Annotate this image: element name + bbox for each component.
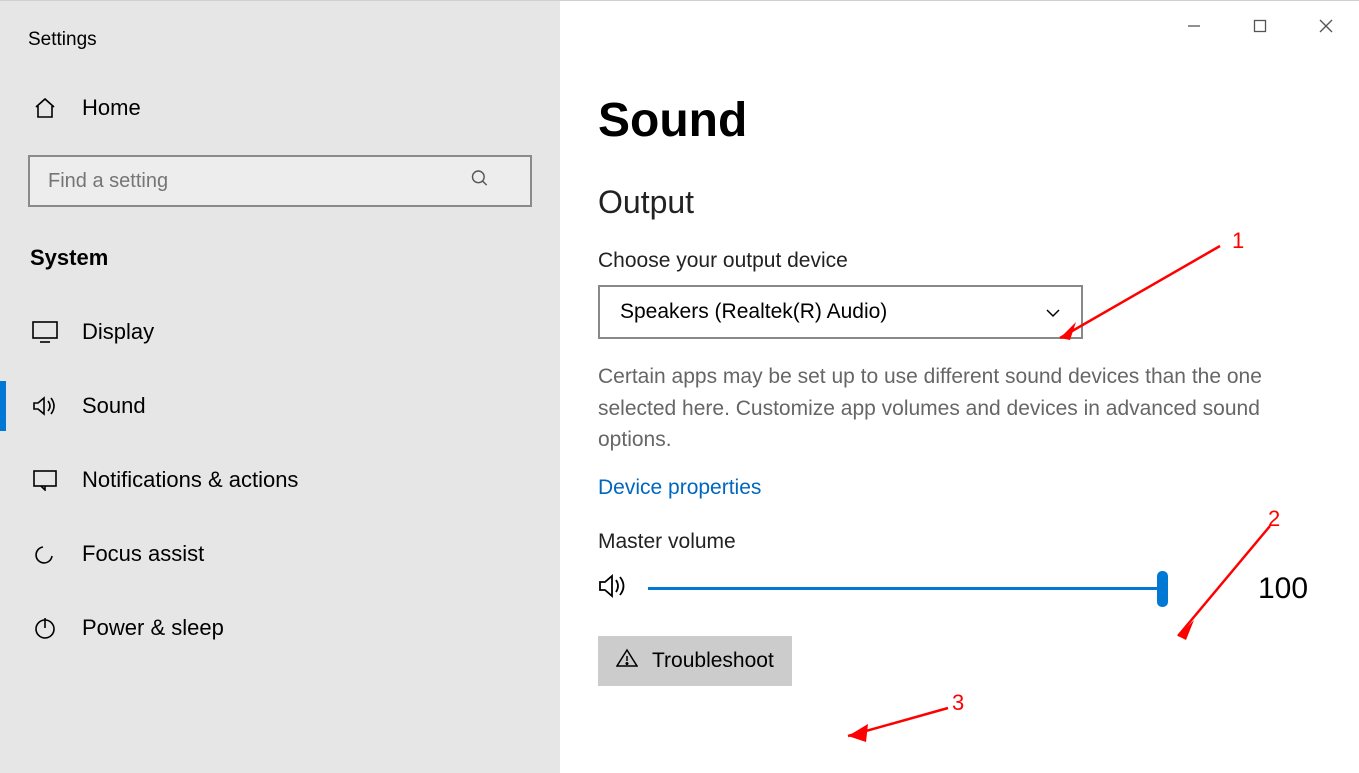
notifications-icon [30,469,60,491]
home-icon [30,96,60,120]
page-title: Sound [598,21,1359,184]
sidebar-item-power-sleep[interactable]: Power & sleep [0,597,560,659]
sidebar-section-label: System [0,235,560,301]
minimize-button[interactable] [1161,9,1227,43]
master-volume-value: 100 [1258,572,1308,606]
output-heading: Output [598,184,1359,249]
slider-track-fill [648,587,1168,590]
warning-icon [616,648,638,674]
slider-thumb[interactable] [1157,571,1168,607]
sidebar-item-focus-assist[interactable]: Focus assist [0,523,560,585]
sidebar: Settings Home System Display Sound [0,0,560,773]
sidebar-item-label: Display [82,319,154,345]
search-icon [470,169,490,194]
main-content: Sound Output Choose your output device S… [560,0,1359,773]
output-description: Certain apps may be set up to use differ… [598,361,1318,476]
master-volume-label: Master volume [598,530,1359,566]
sound-icon [30,395,60,417]
search-input[interactable] [28,155,532,207]
window-controls [1161,9,1359,43]
troubleshoot-label: Troubleshoot [652,649,774,673]
device-properties-link[interactable]: Device properties [598,476,761,530]
speaker-icon [598,572,630,605]
maximize-button[interactable] [1227,9,1293,43]
sidebar-item-display[interactable]: Display [0,301,560,363]
output-device-dropdown[interactable]: Speakers (Realtek(R) Audio) [598,285,1083,339]
sidebar-home[interactable]: Home [0,85,560,131]
focus-assist-icon [30,542,60,566]
troubleshoot-button[interactable]: Troubleshoot [598,636,792,686]
output-device-label: Choose your output device [598,249,1359,285]
close-button[interactable] [1293,9,1359,43]
sidebar-home-label: Home [82,95,141,121]
monitor-icon [30,321,60,343]
power-icon [30,616,60,640]
sidebar-item-notifications[interactable]: Notifications & actions [0,449,560,511]
sidebar-item-label: Power & sleep [82,615,224,641]
search-field[interactable] [28,155,532,207]
master-volume-slider[interactable] [648,575,1168,603]
sidebar-item-label: Focus assist [82,541,204,567]
window-title: Settings [0,9,560,85]
chevron-down-icon [1045,300,1061,324]
sidebar-item-sound[interactable]: Sound [0,375,560,437]
output-device-selected: Speakers (Realtek(R) Audio) [620,300,887,324]
sidebar-item-label: Notifications & actions [82,467,298,493]
sidebar-item-label: Sound [82,393,146,419]
